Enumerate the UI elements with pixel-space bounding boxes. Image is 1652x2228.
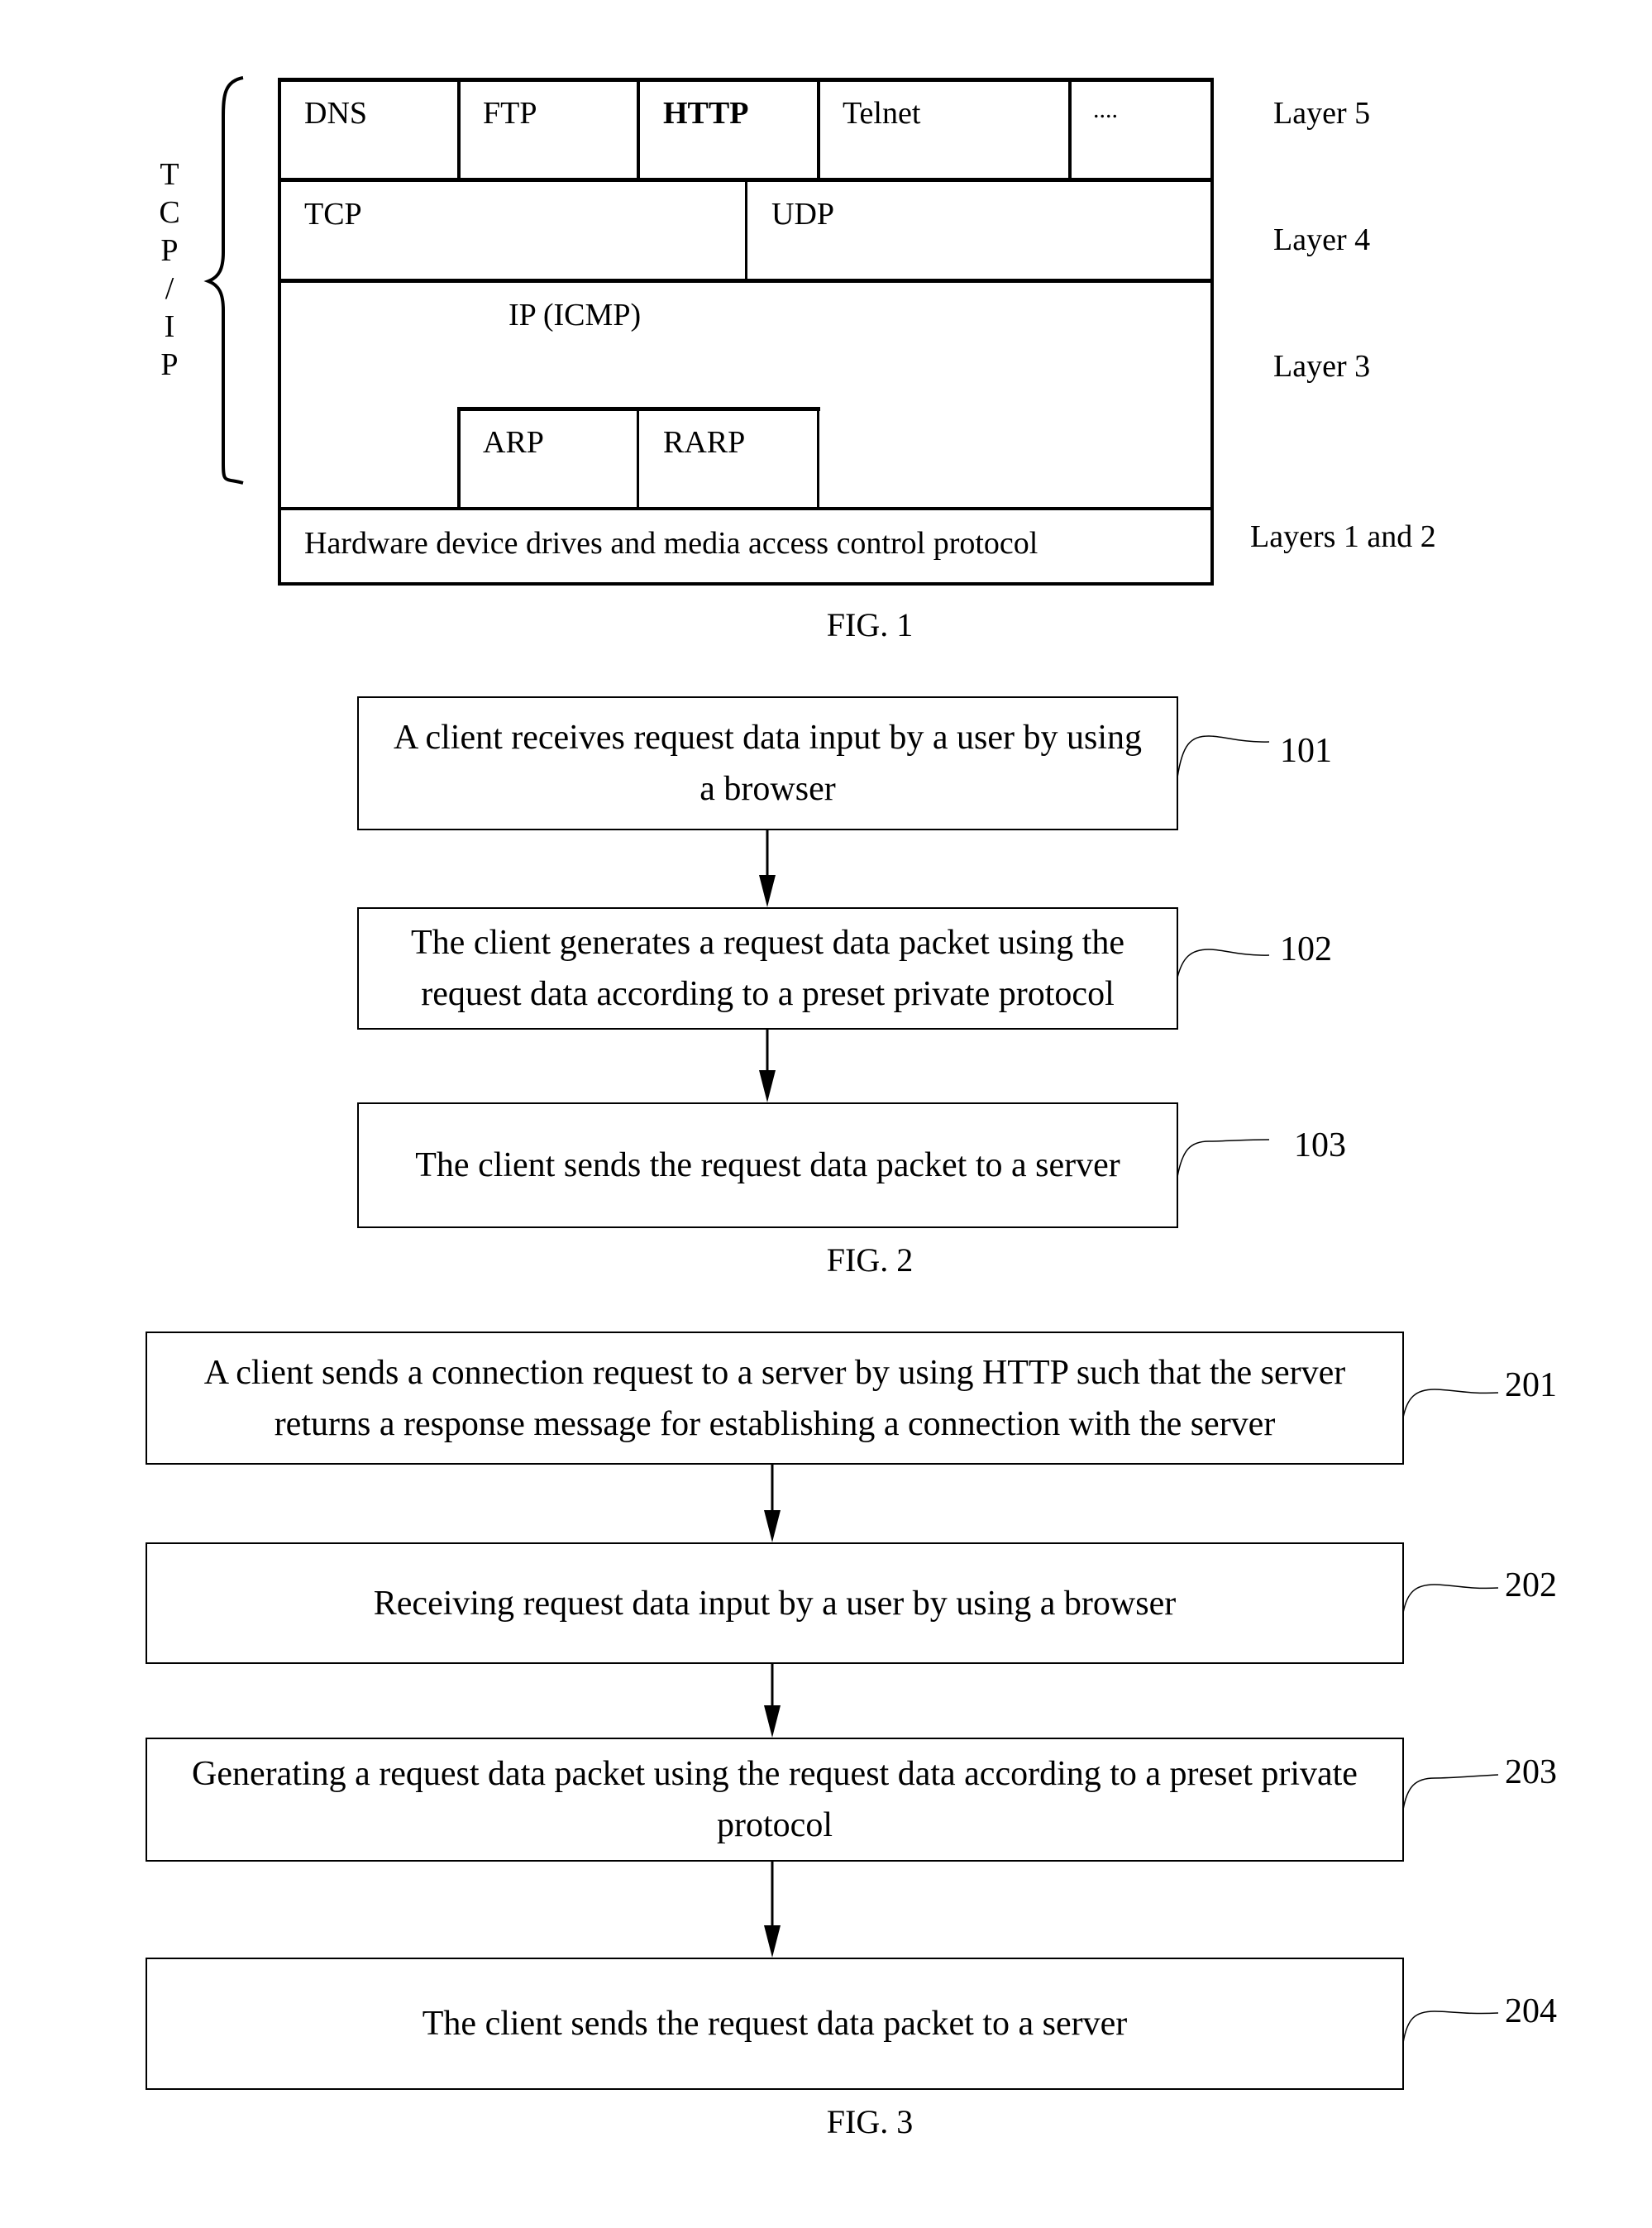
fig3-ref-203: 203 xyxy=(1505,1753,1557,1791)
fig3-step-204: The client sends the request data packet… xyxy=(146,1958,1404,2090)
fig3-ref-204: 204 xyxy=(1505,1992,1557,2030)
fig2-arrow-icon xyxy=(759,1030,776,1102)
fig3-leader-201-icon xyxy=(1402,1389,1499,1418)
fig3-caption: FIG. 3 xyxy=(826,2103,914,2140)
fig2-step-text: The client sends the request data packet… xyxy=(415,1146,1120,1184)
fig3-ref-202: 202 xyxy=(1505,1566,1557,1604)
fig3-step-text: A client sends a connection request to a… xyxy=(203,1353,1346,1443)
fig2-leader-102-icon xyxy=(1177,949,1270,978)
fig3-step-202: Receiving request data input by a user b… xyxy=(146,1542,1404,1664)
fig3-step-text: Receiving request data input by a user b… xyxy=(373,1584,1177,1623)
fig2-ref-101: 101 xyxy=(1280,732,1332,770)
fig2-step-102: The client generates a request data pack… xyxy=(357,907,1178,1030)
fig2-leader-103-icon xyxy=(1177,1139,1270,1178)
fig3-ref-201: 201 xyxy=(1505,1366,1557,1404)
fig3-leader-203-icon xyxy=(1402,1774,1499,1810)
fig2-ref-102: 102 xyxy=(1280,930,1332,968)
fig2-ref-103: 103 xyxy=(1294,1126,1346,1164)
fig2-caption: FIG. 2 xyxy=(826,1241,914,1279)
fig2-leader-101-icon xyxy=(1177,735,1270,778)
fig3-step-text: The client sends the request data packet… xyxy=(422,2005,1128,2043)
fig1-brace-icon xyxy=(203,76,244,485)
fig2-step-text: The client generates a request data pack… xyxy=(411,924,1124,1013)
fig2-step-text: A client receives request data input by … xyxy=(393,719,1143,808)
fig3-arrow-icon xyxy=(764,1862,781,1958)
fig3-step-text: Generating a request data packet using t… xyxy=(192,1755,1358,1844)
fig2-step-101: A client receives request data input by … xyxy=(357,696,1178,830)
fig3-arrow-icon xyxy=(764,1465,781,1542)
fig3-step-201: A client sends a connection request to a… xyxy=(146,1332,1404,1465)
fig3-leader-202-icon xyxy=(1402,1584,1499,1614)
fig2-step-103: The client sends the request data packet… xyxy=(357,1102,1178,1228)
fig2-arrow-icon xyxy=(759,830,776,907)
fig3-arrow-icon xyxy=(764,1664,781,1738)
fig3-step-203: Generating a request data packet using t… xyxy=(146,1738,1404,1862)
fig3-leader-204-icon xyxy=(1402,2010,1499,2044)
